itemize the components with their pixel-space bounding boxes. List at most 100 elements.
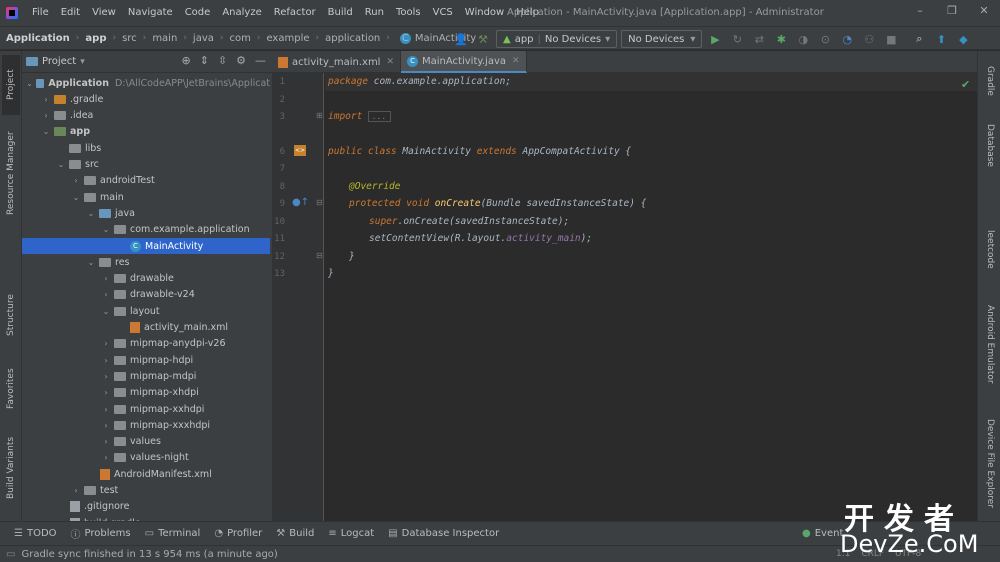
- tab-leetcode[interactable]: leetcode: [981, 221, 999, 277]
- chevron-right-icon[interactable]: ›: [101, 356, 111, 365]
- coverage-icon[interactable]: ◑: [794, 30, 812, 48]
- chevron-right-icon[interactable]: ›: [101, 339, 111, 348]
- tree-item[interactable]: ⌄ app: [22, 124, 270, 140]
- menu-edit[interactable]: Edit: [55, 0, 86, 26]
- tree-item[interactable]: › drawable: [22, 271, 270, 287]
- menu-tools[interactable]: Tools: [390, 0, 427, 26]
- chevron-right-icon[interactable]: ›: [71, 486, 81, 495]
- menu-run[interactable]: Run: [359, 0, 390, 26]
- close-icon[interactable]: ✕: [386, 57, 394, 67]
- tab-structure[interactable]: Structure: [2, 287, 20, 343]
- chevron-down-icon[interactable]: ⌄: [26, 79, 33, 88]
- stop-icon[interactable]: ■: [882, 30, 900, 48]
- tool-todo[interactable]: ☰ TODO: [14, 528, 57, 539]
- chevron-right-icon[interactable]: ›: [101, 405, 111, 414]
- tree-item[interactable]: › .idea: [22, 108, 270, 124]
- expand-all-icon[interactable]: ⇕: [200, 54, 209, 67]
- chevron-down-icon[interactable]: ⌄: [71, 193, 81, 202]
- search-icon[interactable]: ⌕: [910, 30, 928, 48]
- menu-file[interactable]: File: [26, 0, 55, 26]
- chevron-right-icon[interactable]: ›: [101, 388, 111, 397]
- tab-database[interactable]: Database: [981, 115, 999, 175]
- tree-item[interactable]: ⌄ java: [22, 205, 270, 221]
- folded-imports[interactable]: ...: [368, 111, 391, 122]
- tool-event-log[interactable]: ● Event: [802, 528, 843, 539]
- tab-gradle[interactable]: Gradle: [981, 55, 999, 107]
- profiler-icon[interactable]: ◔: [838, 30, 856, 48]
- status-message[interactable]: Gradle sync finished in 13 s 954 ms (a m…: [21, 549, 277, 560]
- tree-item[interactable]: .gitignore: [22, 499, 270, 515]
- chevron-down-icon[interactable]: ⌄: [56, 160, 66, 169]
- menu-analyze[interactable]: Analyze: [216, 0, 267, 26]
- sync-icon[interactable]: ⚇: [860, 30, 878, 48]
- hammer-icon[interactable]: ⚒: [474, 30, 492, 48]
- breadcrumb-src[interactable]: src: [122, 33, 137, 44]
- update-icon[interactable]: ⬆: [932, 30, 950, 48]
- tab-build-variants[interactable]: Build Variants: [2, 433, 20, 503]
- tree-item[interactable]: › values-night: [22, 450, 270, 466]
- tab-mainactivity-java[interactable]: C MainActivity.java ✕: [401, 51, 527, 73]
- chevron-down-icon[interactable]: ⌄: [86, 209, 96, 218]
- breadcrumb-main[interactable]: main: [152, 33, 177, 44]
- tree-item[interactable]: activity_main.xml: [22, 320, 270, 336]
- menu-refactor[interactable]: Refactor: [268, 0, 322, 26]
- tree-item[interactable]: C MainActivity: [22, 238, 270, 254]
- fold-icon[interactable]: ⊟: [316, 251, 323, 260]
- user-icon[interactable]: 👤: [452, 30, 470, 48]
- run-config-select[interactable]: ▲ app | No Devices ▾: [496, 30, 618, 48]
- tab-activity-main-xml[interactable]: activity_main.xml ✕: [272, 51, 402, 73]
- tree-item[interactable]: libs: [22, 140, 270, 156]
- maximize-button[interactable]: ❐: [936, 0, 968, 22]
- status-icon[interactable]: ▭: [6, 549, 15, 560]
- chevron-right-icon[interactable]: ›: [41, 111, 51, 120]
- breadcrumb-com[interactable]: com: [229, 33, 250, 44]
- breadcrumb-application[interactable]: Application: [6, 33, 70, 44]
- chevron-right-icon[interactable]: ›: [101, 437, 111, 446]
- tool-build[interactable]: ⚒ Build: [276, 528, 314, 539]
- tree-item[interactable]: › mipmap-xxxhdpi: [22, 417, 270, 433]
- tree-item[interactable]: ⌄ Application D:\AllCodeAPP\JetBrains\Appl…: [22, 75, 270, 91]
- tree-item[interactable]: › mipmap-hdpi: [22, 352, 270, 368]
- breadcrumb-java[interactable]: java: [193, 33, 214, 44]
- tree-item[interactable]: AndroidManifest.xml: [22, 466, 270, 482]
- chevron-down-icon[interactable]: ⌄: [101, 225, 111, 234]
- menu-build[interactable]: Build: [322, 0, 359, 26]
- locate-icon[interactable]: ⊕: [181, 54, 190, 67]
- run-icon[interactable]: ▶: [706, 30, 724, 48]
- hide-icon[interactable]: —: [255, 54, 266, 67]
- tree-item[interactable]: › test: [22, 483, 270, 499]
- close-window-button[interactable]: ✕: [968, 0, 1000, 22]
- collapse-all-icon[interactable]: ⇳: [218, 54, 227, 67]
- tab-resource-manager[interactable]: Resource Manager: [2, 123, 20, 223]
- breadcrumb-example[interactable]: example: [266, 33, 309, 44]
- chevron-down-icon[interactable]: ⌄: [86, 258, 96, 267]
- rerun-icon[interactable]: ↻: [728, 30, 746, 48]
- code-editor[interactable]: package com.example.application; import …: [325, 73, 977, 521]
- device-select[interactable]: No Devices ▾: [621, 30, 703, 48]
- breadcrumb-application-pkg[interactable]: application: [325, 33, 380, 44]
- chevron-right-icon[interactable]: ›: [41, 95, 51, 104]
- menu-vcs[interactable]: VCS: [427, 0, 459, 26]
- tree-item[interactable]: › .gradle: [22, 91, 270, 107]
- tree-item[interactable]: › values: [22, 434, 270, 450]
- chevron-right-icon[interactable]: ›: [101, 290, 111, 299]
- tree-item[interactable]: ⌄ com.example.application: [22, 222, 270, 238]
- tree-item[interactable]: › mipmap-anydpi-v26: [22, 336, 270, 352]
- menu-view[interactable]: View: [86, 0, 122, 26]
- menu-code[interactable]: Code: [179, 0, 217, 26]
- editor-gutter[interactable]: 1 2 3 6 7 8 9 10 11 12 13 <> ●↑ ⊞ ⊟ ⊟: [272, 73, 324, 521]
- debug-icon[interactable]: ✱: [772, 30, 790, 48]
- attach-debugger-icon[interactable]: ⊙: [816, 30, 834, 48]
- tool-problems[interactable]: ⓘ Problems: [71, 526, 131, 541]
- tree-item[interactable]: › mipmap-xxhdpi: [22, 401, 270, 417]
- menu-window[interactable]: Window: [459, 0, 510, 26]
- close-icon[interactable]: ✕: [512, 56, 520, 66]
- override-gutter-icon[interactable]: ●↑: [292, 197, 309, 208]
- tree-item[interactable]: › mipmap-mdpi: [22, 368, 270, 384]
- gear-icon[interactable]: ⚙: [236, 54, 246, 67]
- fold-icon[interactable]: ⊞: [316, 111, 323, 120]
- assistant-icon[interactable]: ◆: [954, 30, 972, 48]
- tab-android-emulator[interactable]: Android Emulator: [981, 289, 999, 399]
- minimize-button[interactable]: –: [904, 0, 936, 22]
- chevron-down-icon[interactable]: ⌄: [41, 127, 51, 136]
